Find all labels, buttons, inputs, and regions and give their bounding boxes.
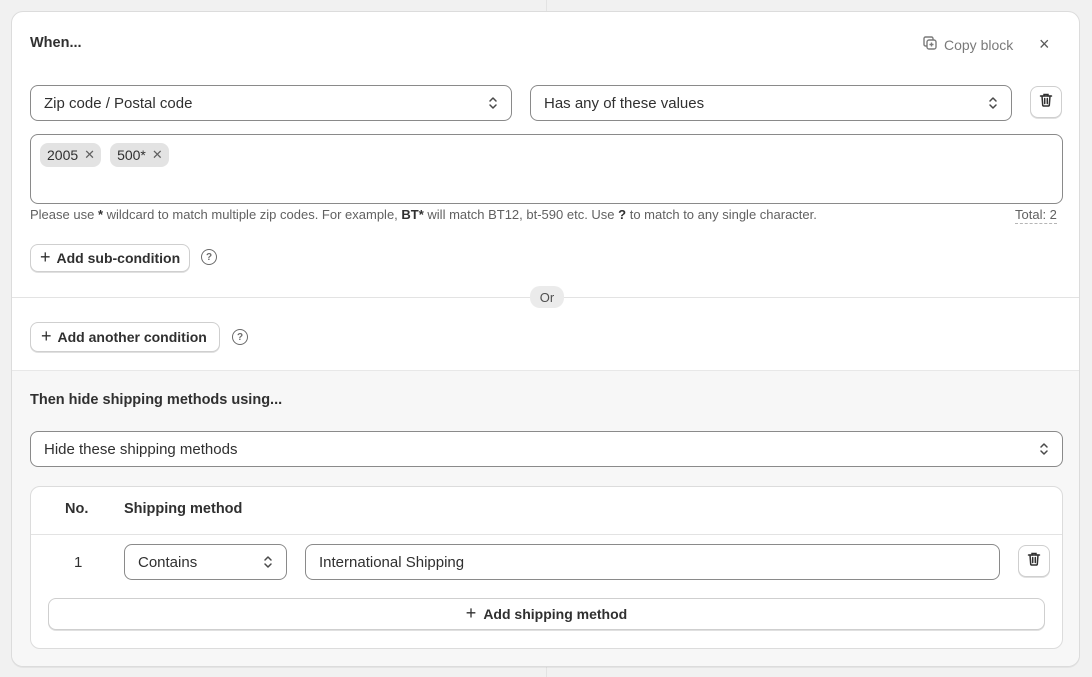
x-icon[interactable]: ✕ — [84, 147, 95, 163]
column-header-no: No. — [65, 501, 89, 517]
header-separator — [31, 534, 1062, 535]
values-total: Total: 2 — [1015, 207, 1057, 224]
trash-icon — [1038, 92, 1054, 113]
condition-operator-select[interactable]: Has any of these values — [530, 85, 1012, 121]
delete-method-button[interactable] — [1018, 545, 1050, 577]
shipping-method-input[interactable]: International Shipping — [305, 544, 1000, 580]
plus-icon: + — [40, 247, 51, 267]
rule-block-card: When... Copy block × Zip code / Postal c… — [11, 11, 1080, 667]
condition-operator-value: Has any of these values — [544, 94, 705, 112]
help-part: wildcard to match multiple zip codes. Fo… — [103, 207, 402, 222]
add-shipping-method-button[interactable]: + Add shipping method — [48, 598, 1045, 630]
add-sub-condition-button[interactable]: + Add sub-condition — [30, 244, 191, 272]
copy-icon — [922, 35, 938, 54]
select-chevrons-icon — [988, 95, 998, 111]
value-tag-label: 2005 — [47, 147, 79, 163]
select-chevrons-icon — [263, 554, 273, 570]
question-circle-icon[interactable]: ? — [232, 329, 248, 345]
values-help-text: Please use * wildcard to match multiple … — [30, 207, 817, 222]
condition-field-select[interactable]: Zip code / Postal code — [30, 85, 512, 121]
value-tag: 2005 ✕ — [40, 143, 102, 167]
condition-field-value: Zip code / Postal code — [44, 94, 193, 112]
add-another-condition-button[interactable]: + Add another condition — [30, 322, 220, 352]
action-select[interactable]: Hide these shipping methods — [30, 431, 1063, 467]
select-chevrons-icon — [488, 95, 498, 111]
shipping-method-value: International Shipping — [319, 553, 465, 571]
question-circle-icon[interactable]: ? — [201, 249, 217, 265]
help-example: BT* — [401, 207, 424, 222]
help-part: Please use — [30, 207, 98, 222]
value-tag: 500* ✕ — [110, 143, 169, 167]
match-type-select[interactable]: Contains — [124, 544, 287, 580]
help-part: to match to any single character. — [626, 207, 817, 222]
trash-icon — [1026, 551, 1042, 572]
value-tag-label: 500* — [117, 147, 146, 163]
add-sub-condition-label: Add sub-condition — [56, 250, 181, 266]
plus-icon: + — [41, 326, 52, 346]
add-another-condition-label: Add another condition — [57, 329, 207, 345]
shipping-methods-table: No. Shipping method 1 Contains Internati… — [30, 486, 1063, 649]
copy-block-button[interactable]: Copy block — [922, 35, 1013, 54]
when-title: When... — [30, 35, 82, 51]
then-title: Then hide shipping methods using... — [30, 392, 283, 408]
values-input[interactable]: 2005 ✕ 500* ✕ — [30, 134, 1063, 204]
delete-condition-button[interactable] — [1030, 86, 1062, 118]
row-number: 1 — [74, 554, 83, 571]
select-chevrons-icon — [1039, 441, 1049, 457]
x-icon[interactable]: ✕ — [152, 147, 163, 163]
or-label: Or — [530, 286, 564, 308]
match-type-value: Contains — [138, 553, 198, 571]
help-part: will match BT12, bt-590 etc. Use — [423, 207, 619, 222]
column-header-shipping-method: Shipping method — [124, 501, 243, 517]
help-single: ? — [618, 207, 627, 222]
close-icon[interactable]: × — [1039, 35, 1050, 53]
plus-icon: + — [465, 603, 477, 623]
action-select-value: Hide these shipping methods — [44, 440, 238, 458]
add-shipping-method-label: Add shipping method — [483, 606, 628, 622]
copy-block-label: Copy block — [944, 36, 1014, 53]
